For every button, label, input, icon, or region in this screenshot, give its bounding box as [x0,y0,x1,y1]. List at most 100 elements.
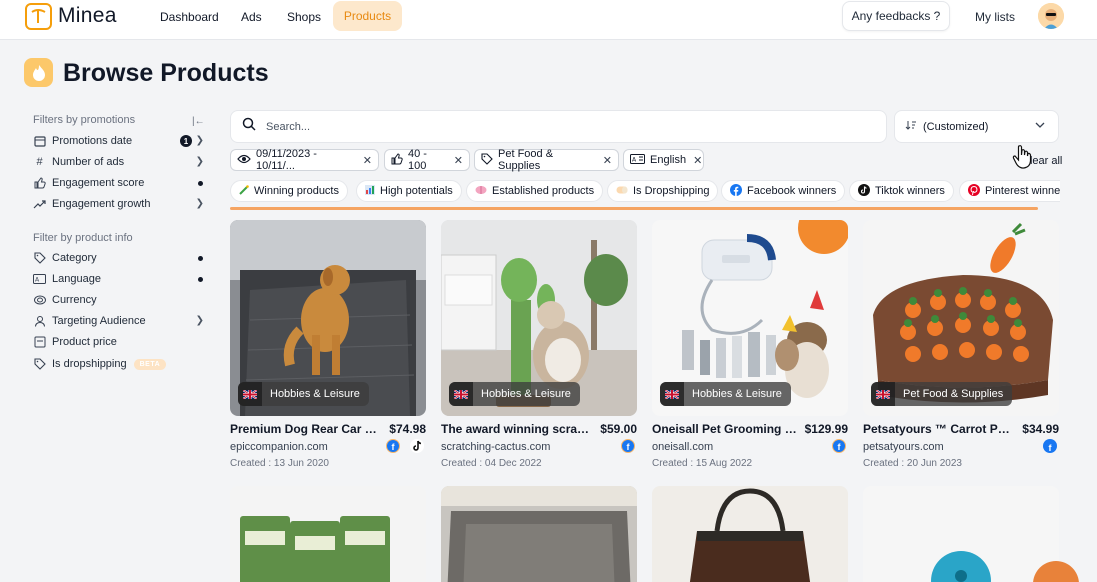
facebook-icon[interactable]: f [621,439,635,453]
product-image-5[interactable] [230,486,426,582]
count-badge: 1 [180,135,192,147]
search-bar [230,110,887,143]
category-label: Hobbies & Leisure [481,388,571,400]
filter-chip-label: 09/11/2023 - 10/11/... [256,148,317,172]
tag-high-potentials[interactable]: High potentials [356,180,462,202]
product-domain-2[interactable]: scratching-cactus.com [441,441,550,453]
chevron-right-icon: ❯ [195,315,204,326]
filter-chip-language[interactable]: A English ✕ [623,149,704,171]
top-nav: Minea Dashboard Ads Shops Products Any f… [0,0,1097,40]
close-icon[interactable]: ✕ [603,154,612,167]
sidebar-item-label: Category [52,252,97,264]
filter-chip-engagement[interactable]: 40 - 100 ✕ [384,148,470,172]
product-title-1[interactable]: Premium Dog Rear Car S... $74.98 [230,422,426,436]
uk-flag-icon [660,382,684,406]
close-icon[interactable]: ✕ [693,154,702,167]
product-image-8[interactable] [863,486,1059,582]
product-domain-3[interactable]: oneisall.com [652,441,713,453]
sidebar-item-label: Product price [52,336,117,348]
page-title: Browse Products [63,59,269,87]
sidebar-section-promotions: Filters by promotions [33,114,136,126]
close-icon[interactable]: ✕ [363,154,372,167]
tag-label: Established products [492,185,595,197]
filter-chip-date[interactable]: 09/11/2023 - 10/11/... ✕ [230,148,379,172]
thumbs-up-icon [391,152,403,168]
active-dot [198,181,203,186]
minea-logo-icon[interactable] [25,3,52,30]
tag-is-dropshipping[interactable]: Is Dropshipping [607,180,719,202]
product-image-3[interactable]: Hobbies & Leisure [652,220,848,416]
facebook-icon [730,183,742,199]
sidebar-item-targeting-audience[interactable]: Targeting Audience ❯ [33,312,208,330]
sidebar-item-label: Currency [52,294,97,306]
avatar[interactable] [1038,3,1064,29]
product-domain-4[interactable]: petsatyours.com [863,441,944,453]
sidebar-item-label: Number of ads [52,156,125,168]
category-badge: Pet Food & Supplies [871,382,1013,406]
product-image-4[interactable]: Pet Food & Supplies [863,220,1059,416]
user-icon [33,315,46,328]
facebook-icon[interactable]: f [386,439,400,453]
nav-ads[interactable]: Ads [241,10,262,24]
sidebar-item-promotions-date[interactable]: Promotions date 1 ❯ [33,132,208,150]
sidebar-item-currency[interactable]: Currency [33,291,208,309]
product-price: $34.99 [1022,422,1059,436]
product-price: $74.98 [389,422,426,436]
sort-dropdown[interactable]: (Customized) [894,110,1059,143]
product-image-1[interactable]: Hobbies & Leisure [230,220,426,416]
tag-icon [481,152,493,168]
filter-chip-category[interactable]: Pet Food & Supplies ✕ [474,148,619,172]
category-label: Hobbies & Leisure [270,388,360,400]
active-dot [198,256,203,261]
app-name[interactable]: Minea [58,4,117,28]
filter-chip-label: Pet Food & Supplies [498,148,554,172]
sidebar-item-engagement-score[interactable]: Engagement score [33,174,208,192]
product-title-2[interactable]: The award winning scrat... $59.00 [441,422,637,436]
tag-established-products[interactable]: Established products [466,180,604,202]
browse-products-icon [24,58,53,87]
nav-shops[interactable]: Shops [287,10,321,24]
product-domain-1[interactable]: epiccompanion.com [230,441,328,453]
feedback-button[interactable]: Any feedbacks ? [842,1,950,31]
sidebar-item-category[interactable]: Category [33,249,208,267]
collapse-sidebar-icon[interactable]: |← [192,116,205,127]
tag-label: Pinterest winners [985,185,1060,197]
tag-icon [33,358,46,371]
filter-chip-label: English [650,154,687,166]
category-label: Pet Food & Supplies [903,388,1004,400]
facebook-icon[interactable]: f [832,439,846,453]
product-image-2[interactable]: Hobbies & Leisure [441,220,637,416]
tiktok-icon[interactable] [410,439,424,453]
my-lists-link[interactable]: My lists [975,10,1015,24]
sidebar-item-label: Promotions date [52,135,133,147]
wand-icon [239,184,249,198]
nav-products[interactable]: Products [333,1,402,31]
close-icon[interactable]: ✕ [454,154,463,167]
product-image-6[interactable] [441,486,637,582]
sidebar-item-label: Language [52,273,101,285]
tag-tiktok-winners[interactable]: Tiktok winners [849,180,954,202]
sidebar-item-number-of-ads[interactable]: # Number of ads ❯ [33,153,208,171]
sidebar-item-engagement-growth[interactable]: Engagement growth ❯ [33,195,208,213]
sidebar-item-product-price[interactable]: Product price [33,333,208,351]
chevron-down-icon [1034,119,1046,134]
uk-flag-icon [449,382,473,406]
chevron-right-icon: ❯ [195,156,204,167]
product-title-3[interactable]: Oneisall Pet Grooming K... $129.99 [652,422,848,436]
tag-winning-products[interactable]: Winning products [230,180,348,202]
price-icon [33,336,46,349]
sidebar-item-is-dropshipping[interactable]: Is dropshipping BETA [33,355,208,373]
tag-facebook-winners[interactable]: Facebook winners [721,180,846,202]
search-input[interactable] [266,120,846,133]
nav-dashboard[interactable]: Dashboard [160,10,219,24]
facebook-icon[interactable]: f [1043,439,1057,453]
product-name: Premium Dog Rear Car S... [230,422,380,436]
product-title-4[interactable]: Petsatyours ™ Carrot Plu... $34.99 [863,422,1059,436]
product-image-7[interactable] [652,486,848,582]
sidebar-item-language[interactable]: A Language [33,270,208,288]
chevron-right-icon: ❯ [195,135,204,146]
tag-pinterest-winners[interactable]: Pinterest winners [959,180,1060,202]
product-created-4: Created : 20 Jun 2023 [863,458,962,469]
filter-chip-label: 40 - 100 [408,148,427,172]
scroll-indicator [230,207,1038,210]
